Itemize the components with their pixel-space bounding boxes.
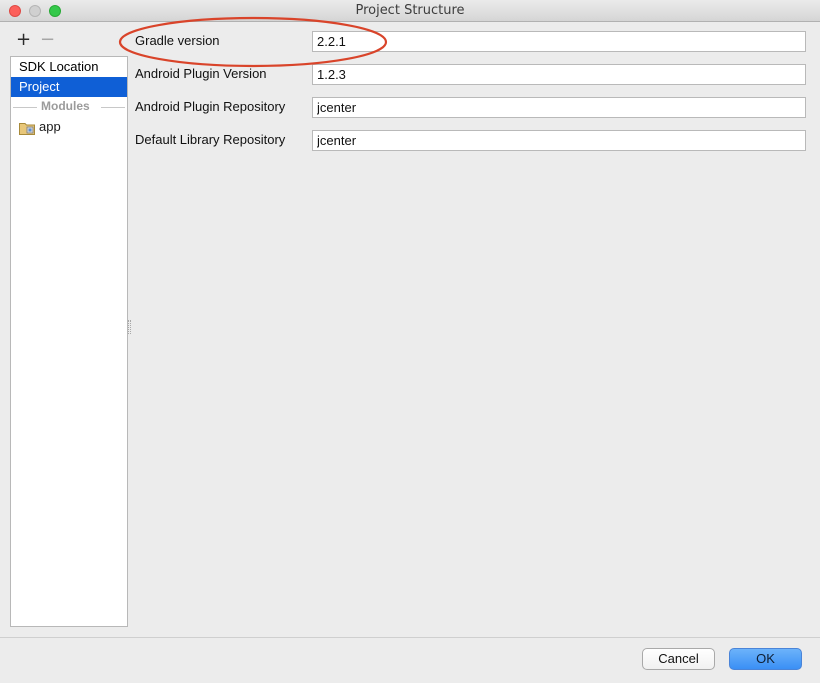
footer-divider [0, 637, 820, 638]
modules-header-label: Modules [41, 99, 90, 113]
title-bar[interactable]: Project Structure [0, 0, 820, 22]
sidebar-item-app-label: app [39, 119, 61, 134]
zoom-window-button[interactable] [49, 5, 61, 17]
sidebar-item-project[interactable]: Project [11, 77, 127, 97]
ok-button[interactable]: OK [729, 648, 802, 670]
folder-module-icon [19, 123, 35, 135]
android-plugin-repository-input[interactable] [312, 97, 806, 118]
sidebar: SDK Location Project Modules app [10, 56, 128, 627]
window-title: Project Structure [355, 3, 465, 18]
modules-header: Modules [11, 97, 127, 117]
divider [13, 107, 37, 108]
divider [101, 107, 125, 108]
minimize-window-button[interactable] [29, 5, 41, 17]
gradle-version-input[interactable] [312, 31, 806, 52]
splitter-handle[interactable] [128, 320, 131, 334]
remove-button[interactable]: − [40, 30, 55, 50]
default-library-repository-label: Default Library Repository [135, 132, 286, 147]
android-plugin-version-input[interactable] [312, 64, 806, 85]
cancel-button[interactable]: Cancel [642, 648, 715, 670]
default-library-repository-input[interactable] [312, 130, 806, 151]
android-plugin-repository-label: Android Plugin Repository [135, 99, 286, 114]
gradle-version-label: Gradle version [135, 33, 220, 48]
add-button[interactable]: + [16, 30, 31, 50]
android-plugin-version-label: Android Plugin Version [135, 66, 267, 81]
close-window-button[interactable] [9, 5, 21, 17]
project-structure-window: Project Structure + − SDK Location Proje… [0, 0, 820, 683]
sidebar-item-sdk-location[interactable]: SDK Location [11, 57, 127, 77]
